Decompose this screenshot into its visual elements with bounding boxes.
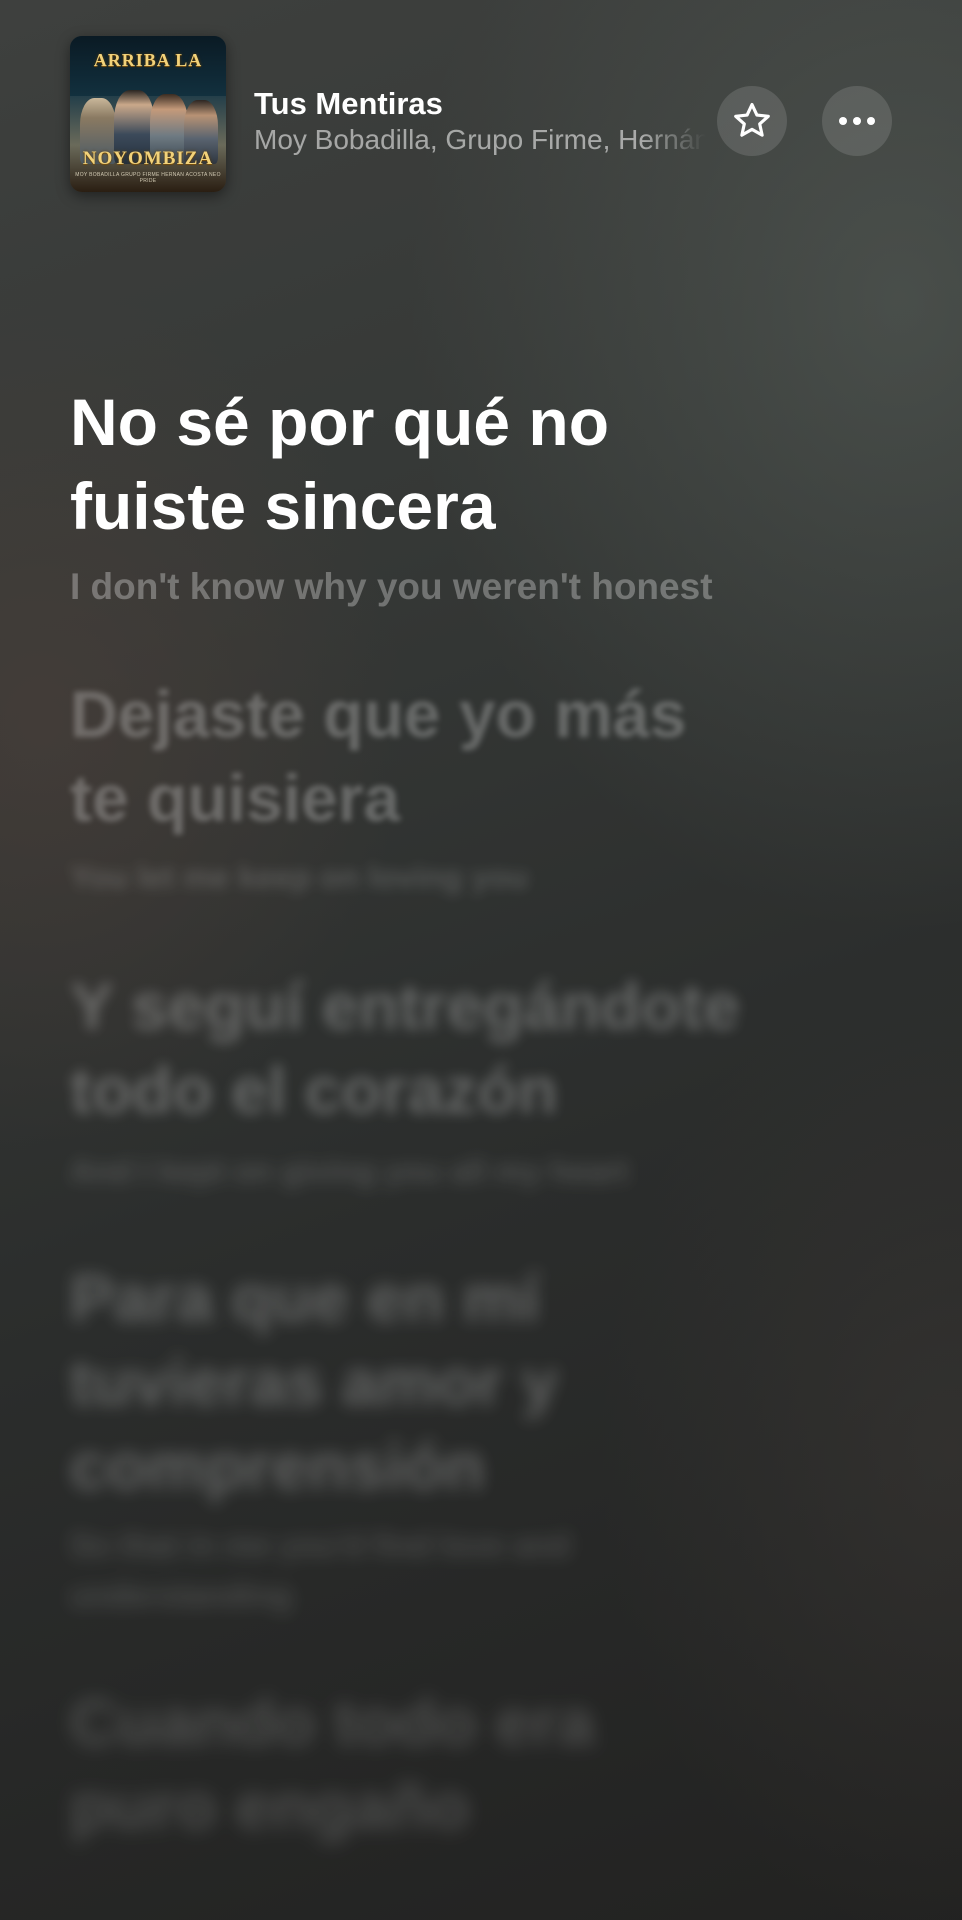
lyric-translation: You let me keep on loving you [70,859,529,895]
lyric-line[interactable]: Y seguí entregándote todo el corazón [70,964,790,1132]
album-artwork[interactable]: ARRIBA LA NOYOMBIZA MOY BOBADILLA GRUPO … [70,36,226,192]
artwork-credits: MOY BOBADILLA GRUPO FIRME HERNAN ACOSTA … [75,172,221,184]
now-playing-header: ARRIBA LA NOYOMBIZA MOY BOBADILLA GRUPO … [0,0,962,200]
lyric-translation: So that in me you'd find love and unders… [70,1527,571,1613]
lyric-translation-active: I don't know why you weren't honest [70,566,713,607]
lyrics-screen: ARRIBA LA NOYOMBIZA MOY BOBADILLA GRUPO … [0,0,962,1920]
lyric-line[interactable]: Dejaste que yo más te quisiera [70,672,710,840]
favorite-button[interactable] [717,86,787,156]
lyric-line[interactable]: Para que en mí tuvieras amor y comprensi… [70,1256,590,1508]
track-artists[interactable]: Moy Bobadilla, Grupo Firme, Hernán Acost… [254,124,706,156]
artwork-title-top: ARRIBA LA [93,50,203,70]
lyric-line-active[interactable]: No sé por qué no fuiste sincera [70,380,650,548]
more-icon [839,117,875,125]
more-options-button[interactable] [822,86,892,156]
lyric-translation: And I kept on giving you all my heart [70,1153,629,1189]
track-title[interactable]: Tus Mentiras [254,86,443,122]
artwork-title-bottom: NOYOMBIZA [82,148,214,169]
star-icon [734,102,770,137]
lyric-line[interactable]: Cuando todo era puro engaño [70,1680,630,1848]
